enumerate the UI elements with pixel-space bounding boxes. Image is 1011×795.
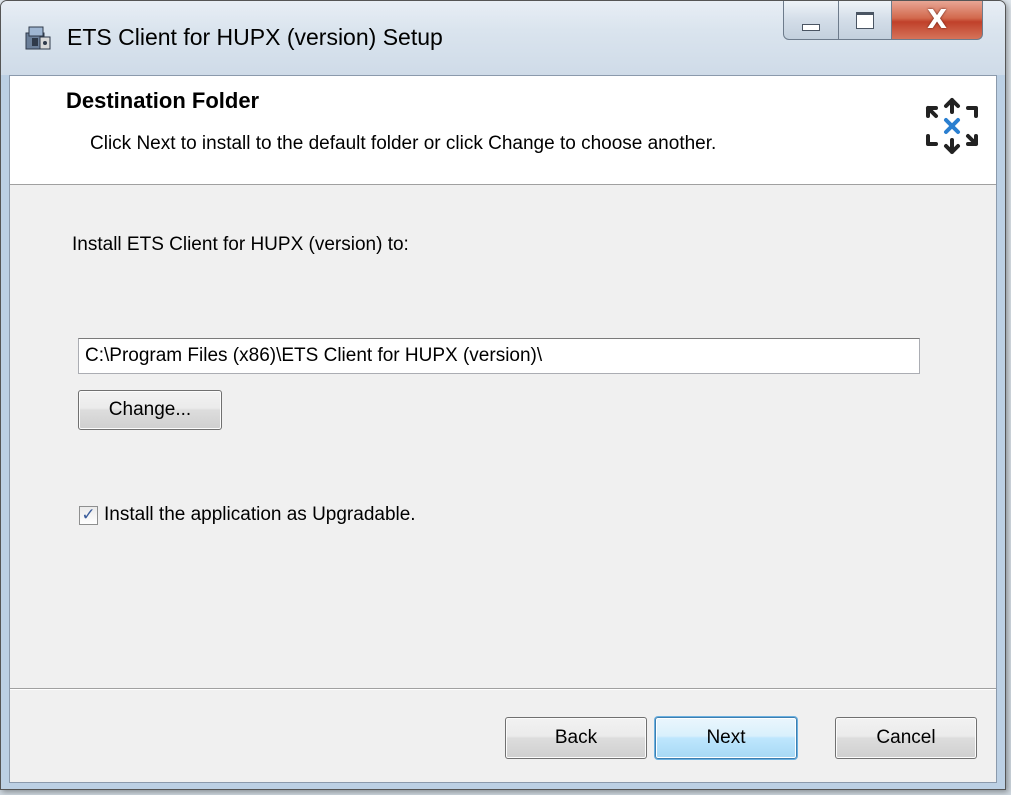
cancel-button[interactable]: Cancel — [835, 717, 977, 759]
back-button[interactable]: Back — [505, 717, 647, 759]
next-button[interactable]: Next — [655, 717, 797, 759]
upgradable-checkbox[interactable]: ✓ — [79, 505, 98, 525]
minimize-button[interactable] — [783, 1, 839, 40]
ets-arrows-logo-icon — [920, 94, 984, 158]
minimize-icon — [802, 23, 820, 31]
upgradable-option[interactable]: ✓ Install the application as Upgradable. — [79, 504, 416, 526]
installer-package-icon — [23, 23, 53, 53]
window-title: ETS Client for HUPX (version) Setup — [67, 24, 443, 50]
maximize-icon — [856, 11, 874, 29]
title-bar[interactable]: ETS Client for HUPX (version) Setup X — [1, 1, 1005, 75]
close-button[interactable]: X — [892, 1, 983, 40]
page-subtitle: Click Next to install to the default fol… — [90, 133, 717, 154]
footer-divider — [10, 688, 996, 690]
install-location-label: Install ETS Client for HUPX (version) to… — [72, 234, 409, 255]
dialog-body: Destination Folder Click Next to install… — [9, 75, 997, 783]
setup-window: ETS Client for HUPX (version) Setup X De… — [0, 0, 1006, 790]
page-title: Destination Folder — [66, 88, 260, 113]
install-path-input[interactable] — [78, 338, 920, 374]
maximize-button[interactable] — [839, 1, 892, 40]
upgradable-checkbox-label: Install the application as Upgradable. — [104, 504, 416, 525]
change-button[interactable]: Change... — [78, 390, 222, 430]
window-controls: X — [783, 1, 983, 41]
header-banner: Destination Folder Click Next to install… — [10, 76, 996, 185]
close-icon: X — [926, 5, 948, 35]
